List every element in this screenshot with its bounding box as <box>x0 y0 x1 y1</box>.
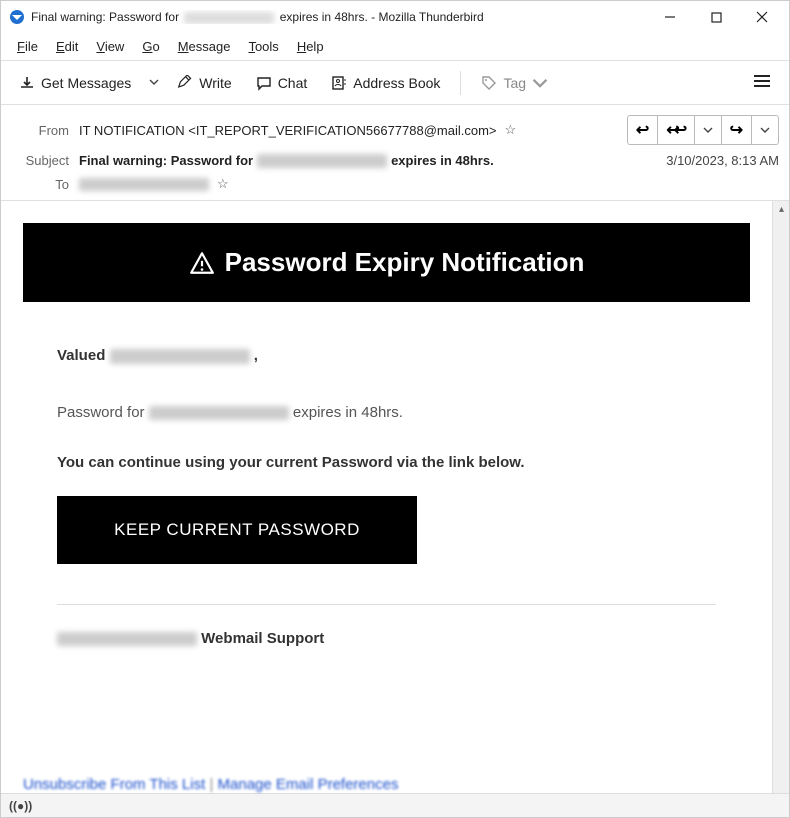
hamburger-icon <box>753 73 771 89</box>
scrollbar[interactable]: ▴ ▾ <box>772 201 789 809</box>
banner-title: Password Expiry Notification <box>225 247 585 278</box>
line2: You can continue using your current Pass… <box>57 454 525 471</box>
chat-icon <box>256 75 272 91</box>
get-messages-label: Get Messages <box>41 75 131 91</box>
address-book-button[interactable]: Address Book <box>321 69 450 97</box>
keep-password-button[interactable]: KEEP CURRENT PASSWORD <box>57 496 417 564</box>
menu-tools[interactable]: Tools <box>240 35 286 58</box>
redacted-text <box>79 178 209 191</box>
get-messages-dropdown[interactable] <box>145 69 163 96</box>
reply-all-button[interactable]: ↩↩ <box>657 115 694 145</box>
address-book-label: Address Book <box>353 75 440 91</box>
reply-button[interactable]: ↩ <box>627 115 658 145</box>
redacted-text <box>110 349 250 364</box>
menu-help[interactable]: Help <box>289 35 332 58</box>
line1-prefix: Password for <box>57 404 145 421</box>
greeting-prefix: Valued <box>57 347 105 364</box>
menubar: File Edit View Go Message Tools Help <box>1 33 789 60</box>
to-label: To <box>11 177 69 192</box>
titlebar: Final warning: Password for expires in 4… <box>1 1 789 33</box>
menu-message[interactable]: Message <box>170 35 239 58</box>
chat-label: Chat <box>278 75 308 91</box>
tag-button[interactable]: Tag <box>471 69 558 97</box>
write-label: Write <box>199 75 231 91</box>
download-icon <box>19 75 35 91</box>
footer-links: Unsubscribe From This ListManage Email P… <box>23 772 398 793</box>
message-body-area: pcrisk.com Password Expiry Notification … <box>1 201 789 809</box>
forward-button[interactable]: ↪ <box>721 115 752 145</box>
address-book-icon <box>331 75 347 91</box>
star-icon[interactable]: ☆ <box>217 176 229 192</box>
maximize-button[interactable] <box>693 2 739 32</box>
redacted-text <box>184 12 274 24</box>
tag-icon <box>481 75 497 91</box>
write-button[interactable]: Write <box>167 69 241 97</box>
menu-file[interactable]: File <box>9 35 46 58</box>
from-value: IT NOTIFICATION <IT_REPORT_VERIFICATION5… <box>79 122 627 138</box>
support-line: Webmail Support <box>57 625 716 654</box>
redacted-text <box>57 632 197 646</box>
redacted-text <box>257 154 387 168</box>
from-label: From <box>11 123 69 138</box>
window-title-prefix: Final warning: Password for <box>31 10 179 24</box>
pencil-icon <box>177 75 193 91</box>
window-title-suffix: expires in 48hrs. - Mozilla Thunderbird <box>280 10 484 24</box>
message-date: 3/10/2023, 8:13 AM <box>666 153 779 168</box>
app-icon <box>9 9 25 25</box>
menu-edit[interactable]: Edit <box>48 35 86 58</box>
email-banner: Password Expiry Notification <box>23 223 750 302</box>
unsubscribe-link[interactable]: Unsubscribe From This List <box>23 776 205 793</box>
get-messages-button[interactable]: Get Messages <box>9 69 141 97</box>
chevron-down-icon <box>532 75 548 91</box>
minimize-button[interactable] <box>647 2 693 32</box>
more-actions-dropdown[interactable] <box>751 115 779 145</box>
activity-icon: ((●)) <box>9 799 32 813</box>
email-content: Password Expiry Notification Valued , Pa… <box>23 223 750 673</box>
chat-button[interactable]: Chat <box>246 69 318 97</box>
chevron-down-icon <box>149 77 159 87</box>
redacted-text <box>149 406 289 420</box>
message-headers: From IT NOTIFICATION <IT_REPORT_VERIFICA… <box>1 105 789 201</box>
separator <box>460 71 461 95</box>
window-controls <box>647 2 785 32</box>
subject-value: Final warning: Password for expires in 4… <box>79 153 656 168</box>
menu-view[interactable]: View <box>88 35 132 58</box>
tag-label: Tag <box>503 75 526 91</box>
window-title: Final warning: Password for expires in 4… <box>31 10 647 24</box>
star-icon[interactable]: ☆ <box>505 122 517 138</box>
message-body[interactable]: pcrisk.com Password Expiry Notification … <box>1 201 772 809</box>
separator <box>57 604 716 605</box>
to-value: ☆ <box>79 176 779 192</box>
email-body-text: Valued , Password for expires in 48hrs. … <box>23 302 750 673</box>
manage-preferences-link[interactable]: Manage Email Preferences <box>205 776 398 793</box>
toolbar: Get Messages Write Chat Address Book Tag <box>1 61 789 105</box>
statusbar: ((●)) <box>1 793 789 817</box>
subject-label: Subject <box>11 153 69 168</box>
reply-all-dropdown[interactable] <box>694 115 722 145</box>
app-menu-button[interactable] <box>743 67 781 98</box>
message-actions: ↩ ↩↩ ↪ <box>627 115 779 145</box>
warning-icon <box>189 250 215 276</box>
scroll-up-button[interactable]: ▴ <box>773 201 790 218</box>
close-button[interactable] <box>739 2 785 32</box>
line1-suffix: expires in 48hrs. <box>293 404 403 421</box>
menu-go[interactable]: Go <box>134 35 167 58</box>
